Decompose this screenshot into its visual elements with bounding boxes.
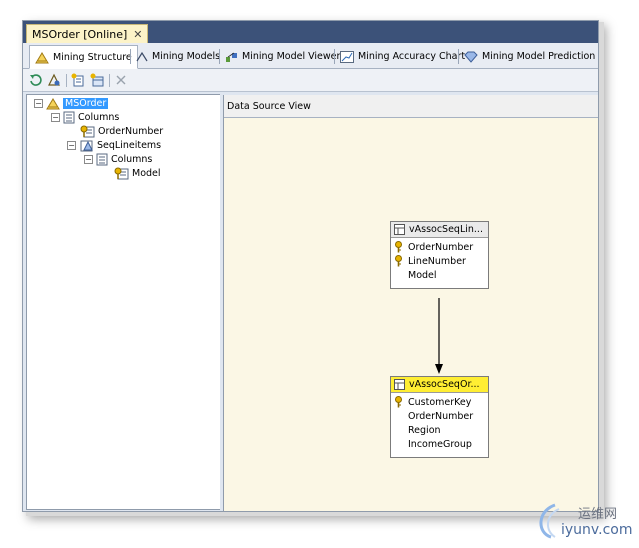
columns-folder-icon <box>96 153 108 165</box>
column-name: Region <box>408 424 441 436</box>
designer-tabbar: Mining Structure Mining Models Mining Mo… <box>23 43 598 69</box>
table-header[interactable]: vAssocSeqLin... <box>391 222 488 238</box>
model-viewer-icon <box>226 52 237 62</box>
tree-label-root: MSOrder <box>63 97 109 109</box>
tree-node-ordernumber[interactable]: OrderNumber <box>80 124 163 138</box>
columns-folder-icon <box>63 111 75 123</box>
dsv-canvas[interactable]: vAssocSeqLin... OrderNumber LineNumber M… <box>224 118 598 511</box>
watermark-en: iyunv.com <box>561 522 633 538</box>
tab-label: Mining Model Viewer <box>242 51 341 62</box>
tree-label-ordernumber: OrderNumber <box>98 125 164 137</box>
add-column-icon[interactable] <box>70 72 86 88</box>
table-icon <box>394 224 405 235</box>
tab-label: Mining Model Prediction <box>482 51 596 62</box>
key-column-icon <box>80 125 95 137</box>
add-nested-table-icon[interactable] <box>89 72 105 88</box>
table-icon <box>394 379 405 390</box>
tree-node-model[interactable]: Model <box>114 166 161 180</box>
tree-node-root[interactable]: − MSOrder <box>34 96 109 110</box>
table-column[interactable]: OrderNumber <box>391 240 488 254</box>
toolbar-separator <box>109 74 110 87</box>
dsv-title: Data Source View <box>227 100 311 112</box>
mining-structure-icon <box>46 97 60 109</box>
table-column[interactable]: OrderNumber <box>391 409 488 423</box>
toolbar-separator <box>66 74 67 87</box>
dsv-header: Data Source View <box>224 95 598 118</box>
mining-models-icon <box>136 51 148 61</box>
tab-mining-accuracy-chart[interactable]: Mining Accuracy Chart <box>335 46 470 67</box>
table-column[interactable]: LineNumber <box>391 254 488 268</box>
tree-node-columns[interactable]: − Columns <box>51 110 119 124</box>
tree-label-nested-columns: Columns <box>111 153 153 165</box>
structure-tree[interactable]: − MSOrder − Columns OrderNumber − SeqLin… <box>26 94 221 510</box>
document-tab-title: MSOrder [Online] <box>32 28 128 41</box>
tree-node-nested-columns[interactable]: − Columns <box>84 152 152 166</box>
column-name: OrderNumber <box>408 241 474 253</box>
table-column[interactable]: Region <box>391 423 488 437</box>
column-name: LineNumber <box>408 255 466 267</box>
column-name: IncomeGroup <box>408 438 472 450</box>
close-icon[interactable]: ✕ <box>133 28 142 41</box>
nested-table-icon <box>80 140 93 151</box>
model-prediction-icon <box>464 51 478 63</box>
dsv-table-orders[interactable]: vAssocSeqOr... CustomerKey OrderNumber R… <box>390 376 489 458</box>
tree-label-seqlineitems: SeqLineitems <box>97 139 162 151</box>
tree-label-model: Model <box>132 167 161 179</box>
key-column-icon <box>114 167 129 179</box>
tab-mining-model-viewer[interactable]: Mining Model Viewer <box>220 46 345 67</box>
document-tab-strip: MSOrder [Online] ✕ <box>23 21 598 44</box>
column-name: CustomerKey <box>408 396 472 408</box>
table-name: vAssocSeqLin... <box>409 224 483 235</box>
tab-label: Mining Structure <box>53 51 132 63</box>
table-column[interactable]: Model <box>391 268 488 282</box>
table-header[interactable]: vAssocSeqOr... <box>391 377 488 393</box>
mining-structure-icon <box>35 51 49 63</box>
tab-mining-models[interactable]: Mining Models <box>131 46 225 67</box>
collapse-icon[interactable]: − <box>67 140 76 150</box>
column-name: Model <box>408 269 437 281</box>
collapse-icon[interactable]: − <box>51 112 60 122</box>
key-icon <box>395 241 402 253</box>
process-icon[interactable] <box>46 72 62 88</box>
designer-toolbar <box>23 69 598 92</box>
column-name: OrderNumber <box>408 410 474 422</box>
delete-icon[interactable] <box>113 72 129 88</box>
collapse-icon[interactable]: − <box>84 154 93 164</box>
accuracy-chart-icon <box>340 50 354 63</box>
tree-node-seqlineitems[interactable]: − SeqLineitems <box>67 138 161 152</box>
collapse-icon[interactable]: − <box>34 98 43 108</box>
dsv-table-lineitems[interactable]: vAssocSeqLin... OrderNumber LineNumber M… <box>390 221 489 289</box>
tab-mining-structure[interactable]: Mining Structure <box>29 45 138 69</box>
data-source-view-pane: Data Source View vAssocSeqLin... OrderNu… <box>223 95 598 511</box>
document-tab[interactable]: MSOrder [Online] ✕ <box>26 24 148 44</box>
key-icon <box>395 255 402 267</box>
table-column[interactable]: IncomeGroup <box>391 437 488 451</box>
tab-mining-model-prediction[interactable]: Mining Model Prediction <box>459 46 598 67</box>
table-name: vAssocSeqOr... <box>409 379 480 390</box>
key-icon <box>395 396 402 408</box>
tab-label: Mining Accuracy Chart <box>358 51 466 62</box>
designer-window: MSOrder [Online] ✕ Mining Structure Mini… <box>22 20 599 512</box>
refresh-icon[interactable] <box>27 72 43 88</box>
table-column[interactable]: CustomerKey <box>391 395 488 409</box>
tree-label-columns: Columns <box>78 111 120 123</box>
watermark-cn: 运维网 <box>578 507 618 522</box>
tab-label: Mining Models <box>152 51 221 62</box>
